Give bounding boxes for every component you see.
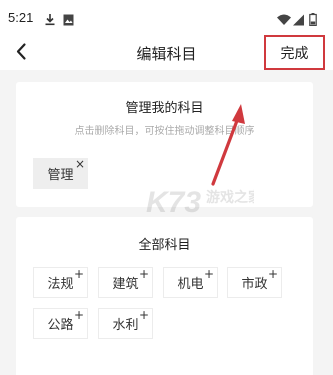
download-icon [44,11,56,30]
all-subjects-title: 全部科目 [138,238,191,253]
subject-chip-label: 建筑 [112,277,139,292]
subject-chip-jidian[interactable]: 机电 + [163,267,218,298]
my-subjects-hint: 点击删除科目，可按住拖动调整科目顺序 [74,126,255,137]
all-subjects-card: 全部科目 法规 + 建筑 + 机电 + 市政 + 公路 + 水利 + [16,217,313,375]
subject-chip-mine[interactable]: 管理 × [33,157,88,189]
subject-chip-label: 水利 [112,318,139,333]
svg-text:K73: K73 [146,186,201,219]
add-icon[interactable]: + [74,267,84,281]
done-button[interactable]: 完成 [264,35,325,70]
add-icon[interactable]: + [204,267,214,281]
remove-icon[interactable]: × [75,157,85,171]
status-time: 5:21 [8,10,34,25]
battery-icon [309,11,317,30]
my-subjects-card: 管理我的科目 点击删除科目，可按住拖动调整科目顺序 管理 × K73 游戏之家 … [16,82,313,233]
status-bar: 5:21 [0,0,333,34]
subject-chip-gonglu[interactable]: 公路 + [33,308,88,339]
subject-chip-fagui[interactable]: 法规 + [33,267,88,298]
svg-text:游戏之家: 游戏之家 [206,189,254,205]
subject-chip-jianzhu[interactable]: 建筑 + [98,267,153,298]
subject-chip-shizheng[interactable]: 市政 + [227,267,282,298]
subject-chip-label: 管理 [47,168,74,183]
subject-chip-label: 机电 [177,277,204,292]
add-icon[interactable]: + [268,267,278,281]
subject-chip-label: 市政 [241,277,268,292]
done-button-label: 完成 [280,45,309,62]
my-subjects-title: 管理我的科目 [125,101,204,116]
subject-chip-label: 公路 [47,318,74,333]
add-icon[interactable]: + [74,308,84,322]
add-icon[interactable]: + [139,267,149,281]
subject-chip-shuili[interactable]: 水利 + [98,308,153,339]
title-bar: 编辑科目 完成 [0,34,333,70]
signal-icon [292,11,305,30]
add-icon[interactable]: + [139,308,149,322]
wifi-icon [277,11,291,30]
subject-chip-label: 法规 [47,277,74,292]
content-area: 管理我的科目 点击删除科目，可按住拖动调整科目顺序 管理 × K73 游戏之家 … [0,70,333,375]
photo-icon [63,11,74,30]
